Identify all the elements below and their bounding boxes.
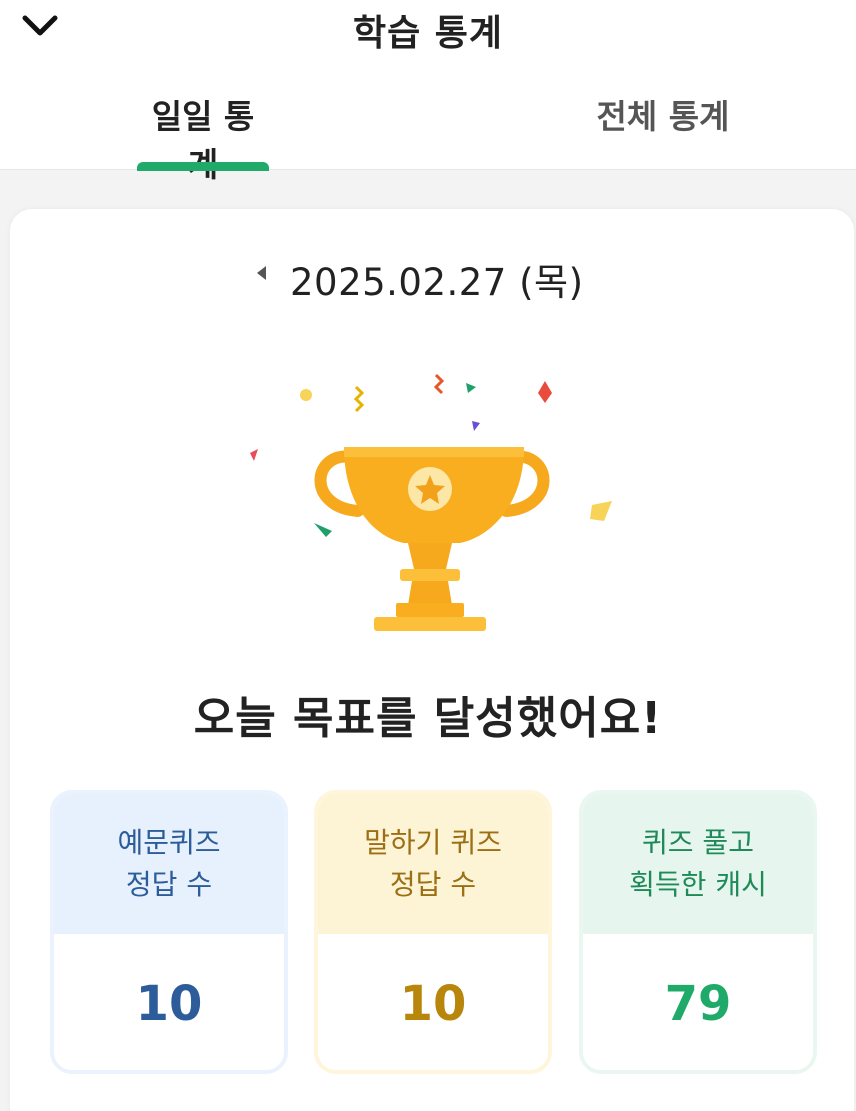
stat-label-line2: 정답 수 <box>125 868 213 901</box>
stat-label: 퀴즈 풀고 획득한 캐시 <box>583 794 813 934</box>
confetti-piece <box>250 449 258 461</box>
stat-label-line1: 예문퀴즈 <box>117 826 221 859</box>
confetti-piece <box>433 373 445 395</box>
stat-label-line1: 말하기 퀴즈 <box>364 826 502 859</box>
stat-label: 예문퀴즈 정답 수 <box>54 794 284 934</box>
stat-label-line1: 퀴즈 풀고 <box>642 826 754 859</box>
confetti-piece <box>466 383 476 393</box>
stat-label-line2: 획득한 캐시 <box>629 868 767 901</box>
confetti-piece <box>538 381 552 403</box>
current-date: 2025.02.27 (목) <box>290 261 584 304</box>
tab-total-stats[interactable]: 전체 통계 <box>596 90 730 170</box>
confetti-piece <box>300 389 312 401</box>
trophy-illustration <box>240 365 620 640</box>
confetti-piece <box>314 523 332 537</box>
goal-achieved-message: 오늘 목표를 달성했어요! <box>193 693 663 744</box>
confetti-piece <box>353 385 365 413</box>
tab-daily-stats[interactable]: 일일 통계 <box>137 90 269 184</box>
stat-value: 10 <box>318 934 548 1070</box>
stat-card-speaking-quiz: 말하기 퀴즈 정답 수 10 <box>314 790 552 1074</box>
stat-card-cash-earned: 퀴즈 풀고 획득한 캐시 79 <box>579 790 817 1074</box>
stat-label: 말하기 퀴즈 정답 수 <box>318 794 548 934</box>
confetti-piece <box>590 501 612 521</box>
previous-date-button[interactable] <box>248 258 274 288</box>
stat-label-line2: 정답 수 <box>389 868 477 901</box>
top-bar: 학습 통계 일일 통계 전체 통계 <box>0 0 856 184</box>
stat-value: 10 <box>54 934 284 1070</box>
caret-left-icon <box>257 266 266 280</box>
stat-value: 79 <box>583 934 813 1070</box>
active-tab-indicator <box>137 162 269 171</box>
confetti-piece <box>472 421 480 431</box>
trophy-icon <box>250 373 612 631</box>
stat-card-example-quiz: 예문퀴즈 정답 수 10 <box>50 790 288 1074</box>
page-title: 학습 통계 <box>352 13 503 54</box>
